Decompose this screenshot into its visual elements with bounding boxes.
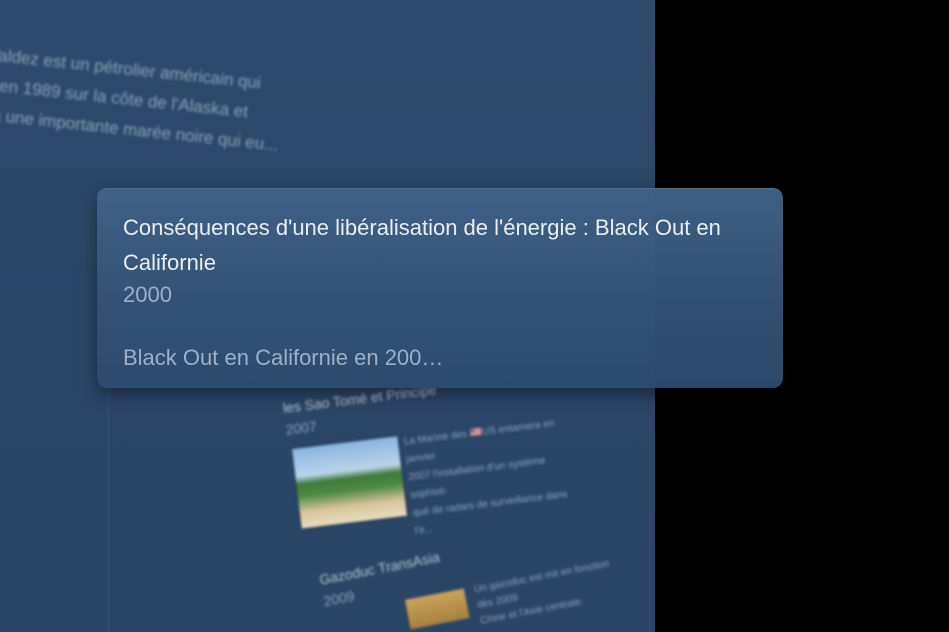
timeline-card-sao-tome[interactable]: les Sao Tomé et Principe 2007 La Marine … (282, 363, 598, 546)
popover-year: 2000 (123, 282, 172, 307)
event-popover[interactable]: Conséquences d'une libéralisation de l'é… (97, 188, 783, 388)
background-article-text: Valdez est un pétrolier américain qui a … (0, 40, 286, 161)
popover-snippet: Black Out en Californie en 200… (123, 345, 444, 370)
popover-title: Conséquences d'une libéralisation de l'é… (123, 215, 721, 275)
card-snippet: Un gazoduc est mit en fonction dès 2009 … (473, 554, 629, 630)
timeline-line (108, 395, 109, 632)
card-thumbnail (404, 588, 470, 630)
app-window: Valdez est un pétrolier américain qui a … (0, 0, 949, 632)
card-snippet: La Marine des 🇺🇸US entamera en janvier 2… (403, 413, 580, 540)
beach-thumbnail (292, 436, 408, 529)
timeline-card-gazoduc[interactable]: Gazoduc TransAsia 2009 Un gazoduc est mi… (318, 549, 610, 630)
